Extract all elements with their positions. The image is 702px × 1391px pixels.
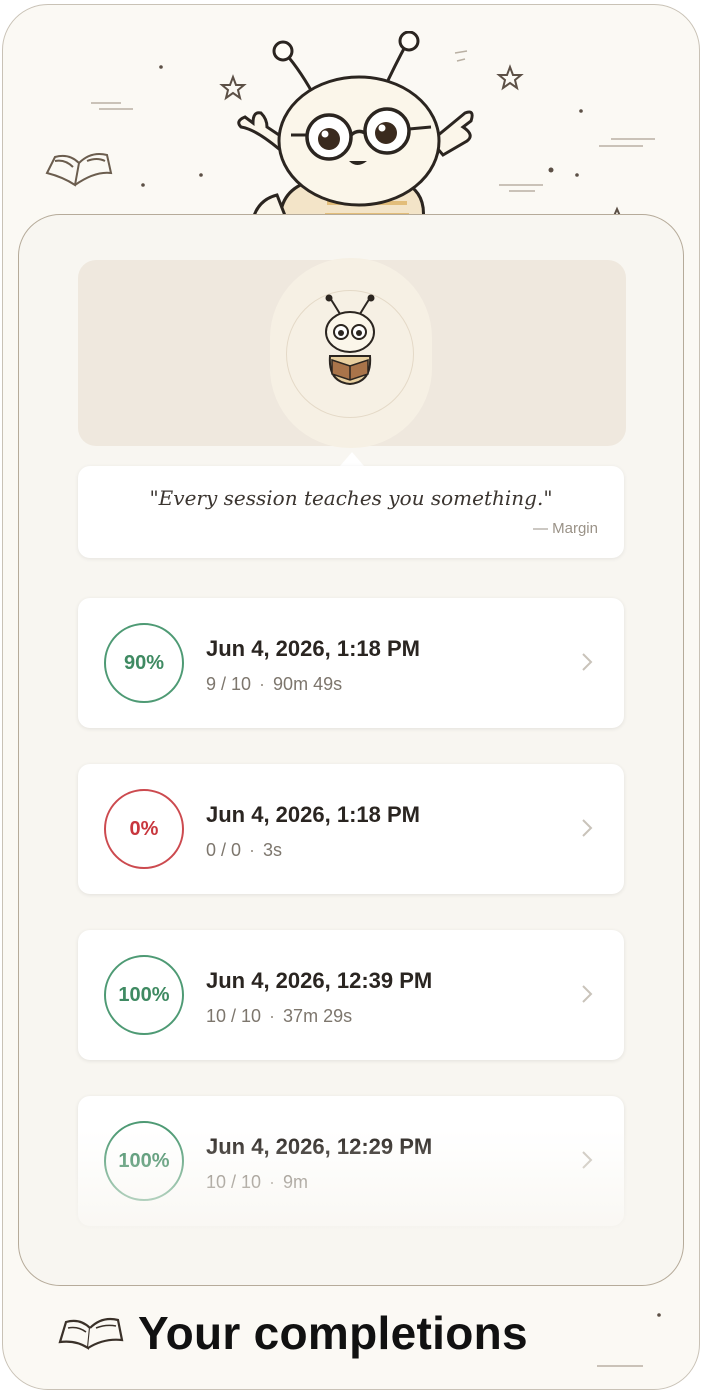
session-meta: 0 / 0 · 3s [206,840,282,861]
session-date: Jun 4, 2026, 1:18 PM [206,802,420,827]
session-meta: 9 / 10 · 90m 49s [206,674,342,695]
session-correct-count: 0 / 0 [206,840,242,860]
score-ring: 0% [104,789,184,869]
session-meta: 10 / 10 · 9m [206,1172,308,1193]
quote-author: — Margin [532,520,598,537]
chevron-right-icon [582,819,593,837]
list-item[interactable]: 100% Jun 4, 2026, 12:29 PM 10 / 10 · 9m [78,1096,624,1226]
session-correct-count: 10 / 10 [206,1006,262,1026]
book-icon [58,1317,124,1350]
quote-text: "Every session teaches you something." [149,486,553,510]
session-duration: 37m 29s [283,1006,353,1026]
score-ring: 90% [104,623,184,703]
session-duration: 90m 49s [273,674,343,694]
session-meta: 10 / 10 · 37m 29s [206,1006,352,1027]
session-date: Jun 4, 2026, 12:29 PM [206,1134,433,1159]
meta-separator: · [269,1006,276,1026]
meta-separator: · [249,840,256,860]
session-date: Jun 4, 2026, 12:39 PM [206,968,433,993]
score-ring: 100% [104,955,184,1035]
session-correct-count: 10 / 10 [206,1172,262,1192]
session-duration: 3s [263,840,283,860]
page-caption: Your completions [138,1307,528,1359]
list-item[interactable]: 0% Jun 4, 2026, 1:18 PM 0 / 0 · 3s [78,764,624,894]
list-item[interactable]: 100% Jun 4, 2026, 12:39 PM 10 / 10 · 37m 2… [78,930,624,1060]
mascot-bee-illustration [237,31,474,231]
score-ring: 100% [104,1121,184,1201]
chevron-right-icon [582,653,593,671]
book-icon [45,153,113,187]
meta-separator: · [259,674,266,694]
chevron-right-icon [582,985,593,1003]
chevron-right-icon [582,1151,593,1169]
quote-pointer [340,452,364,466]
quote-card: "Every session teaches you something." —… [78,466,624,558]
meta-separator: · [269,1172,276,1192]
reading-mascot-icon [325,294,375,386]
session-duration: 9m [283,1172,309,1192]
session-date: Jun 4, 2026, 1:18 PM [206,636,420,661]
session-correct-count: 9 / 10 [206,674,252,694]
list-item[interactable]: 90% Jun 4, 2026, 1:18 PM 9 / 10 · 90m 49s [78,598,624,728]
completions-list[interactable]: 90% Jun 4, 2026, 1:18 PM 9 / 10 · 90m 49s … [60,590,640,1250]
